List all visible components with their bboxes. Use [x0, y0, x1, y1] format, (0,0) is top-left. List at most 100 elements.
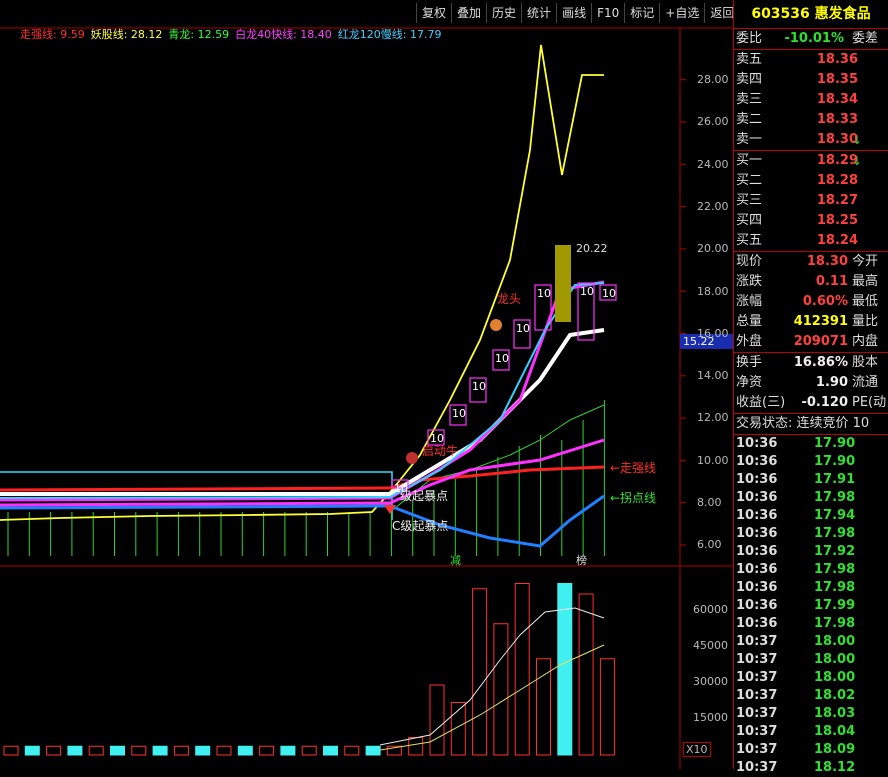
tick-row[interactable]: 10:36 17.90	[734, 453, 888, 471]
fin-value: -0.120	[801, 395, 848, 410]
legend-item: 走强线: 9.59	[20, 28, 85, 41]
reduce-tag: 减	[450, 554, 461, 567]
tick-row[interactable]: 10:37 18.02	[734, 687, 888, 705]
asks-label: 卖三	[736, 92, 763, 107]
volume-bar	[599, 658, 615, 756]
legend-item: 红龙120慢线: 17.79	[337, 28, 442, 41]
volume-bar	[67, 745, 83, 756]
bids-value: 18.27	[816, 193, 858, 208]
quote-label: 涨幅	[736, 294, 763, 309]
tick-time: 10:36	[736, 490, 778, 505]
volume-bar	[259, 745, 275, 756]
tick-time: 10:37	[736, 742, 778, 757]
tick-time: 10:36	[736, 454, 778, 469]
toolbar-button[interactable]: 标记	[624, 3, 659, 23]
candle-label: 10	[472, 380, 486, 393]
toolbar-button[interactable]: 叠加	[451, 3, 486, 23]
tick-time: 10:36	[736, 598, 778, 613]
volume-bar	[216, 745, 232, 756]
tick-price: 17.90	[814, 454, 856, 469]
kline-canvas[interactable]: 10101010101010 10 1020.22龙头启动牛←走强线←拐点线C级起暴…	[0, 0, 733, 769]
toolbar-button[interactable]: 复权	[416, 3, 451, 23]
annotation-turn_line: ←拐点线	[610, 490, 656, 505]
bids-label: 买五	[736, 233, 763, 248]
stock-title: 603536 惠发食品	[734, 0, 888, 29]
tick-price: 18.12	[814, 760, 856, 775]
quote-label-2: 最低	[852, 294, 879, 309]
asks-value: 18.33	[816, 112, 858, 127]
tick-row[interactable]: 10:36 17.92	[734, 543, 888, 561]
tick-price: 18.00	[814, 670, 856, 685]
tick-row[interactable]: 10:36 17.98	[734, 561, 888, 579]
toolbar-button[interactable]: 画线	[556, 3, 591, 23]
bids-row: 买五 18.24	[734, 231, 888, 251]
fin-label-2: 流通	[852, 375, 879, 390]
tick-row[interactable]: 10:36 17.98	[734, 615, 888, 633]
tick-row[interactable]: 10:36 17.98	[734, 489, 888, 507]
stock-name: 惠发食品	[814, 6, 871, 22]
fin-row: 换手 16.86% 股本	[734, 353, 888, 373]
tick-row[interactable]: 10:36 17.94	[734, 507, 888, 525]
bids-row: 买二 18.28	[734, 171, 888, 191]
price-axis-label: 18.00	[697, 284, 729, 298]
white-line	[0, 328, 605, 496]
tick-row[interactable]: 10:37 18.00	[734, 633, 888, 651]
volume-bar	[344, 745, 360, 756]
toolbar-button[interactable]: 统计	[521, 3, 556, 23]
tick-row[interactable]: 10:37 18.03	[734, 705, 888, 723]
tick-time: 10:37	[736, 706, 778, 721]
volume-bar	[46, 745, 62, 756]
quote-value: 18.30	[806, 254, 848, 269]
stock-code: 603536	[751, 6, 810, 22]
candle-label: 10	[537, 287, 551, 300]
tick-list[interactable]: 10:36 17.90 10:36 17.90 10:36 17.91 10:36 17.98…	[734, 435, 888, 777]
legend-item: 妖股线: 28.12	[90, 28, 163, 41]
volume-bar	[536, 658, 551, 756]
tick-row[interactable]: 10:36 17.98	[734, 579, 888, 597]
volume-bar	[195, 745, 211, 756]
tick-row[interactable]: 10:36 17.99	[734, 597, 888, 615]
kline-chart[interactable]: 10 10 10 10 10 10 10 10 10 20.22 龙头 启动牛 ←走强线 ←拐点线 C级起暴…	[0, 0, 734, 769]
toolbar-button[interactable]: +自选	[659, 3, 704, 23]
volume-bar	[131, 745, 147, 756]
tick-row[interactable]: 10:36 17.91	[734, 471, 888, 489]
candle-label: 10	[602, 287, 616, 300]
down-arrow-icon: ↓	[852, 133, 863, 147]
tick-row[interactable]: 10:37 18.00	[734, 651, 888, 669]
toolbar-button[interactable]: 历史	[486, 3, 521, 23]
tick-row[interactable]: 10:37 18.00	[734, 669, 888, 687]
bids-row: 买四 18.25	[734, 211, 888, 231]
quote-value: 412391	[793, 314, 848, 329]
bull-icon	[406, 452, 418, 464]
fin-label-2: PE(动	[852, 395, 887, 410]
volume-axis-label: 45000	[693, 639, 728, 652]
asks-value: 18.36	[816, 52, 858, 67]
tick-row[interactable]: 10:37 18.12	[734, 759, 888, 777]
tick-price: 17.99	[814, 598, 856, 613]
order-ratio-label: 委比	[736, 31, 763, 46]
bids-label: 买一	[736, 153, 763, 168]
volume-axis-label: 30000	[693, 675, 728, 688]
volume-axis-label: 15000	[693, 711, 728, 724]
bids-value: 18.28	[816, 173, 858, 188]
annotation-start_bull: 启动牛	[422, 443, 458, 458]
tick-row[interactable]: 10:36 17.98	[734, 525, 888, 543]
toolbar-button[interactable]: F10	[591, 3, 624, 23]
quote-label: 涨跌	[736, 274, 763, 289]
quote-row: 总量 412391 量比	[734, 312, 888, 332]
tick-row[interactable]: 10:36 17.90	[734, 435, 888, 453]
volume-bar	[514, 583, 530, 756]
candle-label: 10	[495, 352, 509, 365]
order-ratio-value: -10.01%	[784, 31, 844, 46]
volume-bar	[472, 588, 488, 756]
quote-label: 外盘	[736, 334, 763, 349]
candle-label: 10	[516, 322, 530, 335]
volume-bar	[323, 745, 338, 756]
tick-row[interactable]: 10:37 18.04	[734, 723, 888, 741]
fin-value: 16.86%	[793, 355, 848, 370]
quote-panel: 603536 惠发食品 委比 -10.01% 委差 卖五 18.36 卖四 18.35…	[733, 0, 888, 775]
price-axis-label: 6.00	[697, 538, 722, 552]
tick-row[interactable]: 10:37 18.09	[734, 741, 888, 759]
quote-label: 总量	[736, 314, 763, 329]
price-axis-label: 16.00	[697, 326, 729, 340]
